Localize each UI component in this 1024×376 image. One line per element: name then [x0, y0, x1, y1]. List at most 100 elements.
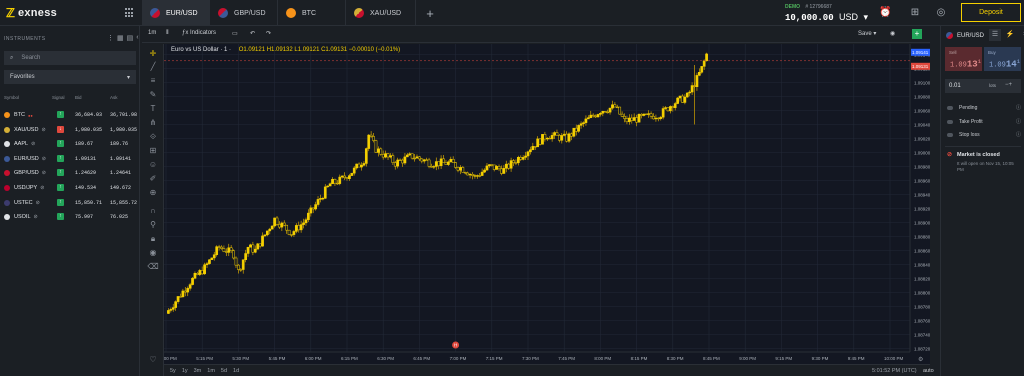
layout-icon[interactable]: ▭ [232, 30, 238, 37]
instrument-row[interactable]: AAPL ⊘ ↑ 189.67 189.76 [0, 137, 140, 151]
signal-badge[interactable]: ↑ [57, 184, 64, 191]
volume-input[interactable]: 0.01 lots −+ [945, 79, 1021, 93]
brand-logo[interactable]: ℤ exness [6, 6, 74, 20]
undo-icon[interactable]: ↶ [250, 30, 255, 37]
stop-loss-toggle[interactable]: Stop loss ⓘ [947, 131, 1021, 139]
signal-badge[interactable]: ↑ [57, 140, 64, 148]
apps-grid-icon[interactable] [125, 8, 135, 18]
signal-badge[interactable]: ↓ [57, 125, 64, 133]
candle-type-icon[interactable]: ⫴ [166, 30, 169, 37]
candle-body [579, 123, 583, 126]
pattern-icon[interactable]: ⋔ [147, 117, 159, 129]
close-icon[interactable]: × [1019, 29, 1024, 41]
info-icon[interactable]: ⓘ [1016, 131, 1021, 138]
horizontal-lines-icon[interactable]: ≡ [147, 75, 159, 87]
one-click-icon[interactable]: ⚡ [1004, 29, 1016, 41]
range-5y[interactable]: 5y [170, 368, 176, 374]
candle-body [695, 75, 699, 88]
crosshair-icon[interactable]: ✛ [147, 48, 159, 60]
alarm-clock-icon[interactable]: ⏰ [879, 7, 891, 19]
account-info[interactable]: DEMO # 12796687 10,000.00 USD ▾ [785, 4, 868, 23]
favorites-select[interactable]: Favorites ▾ [4, 70, 136, 84]
sell-button[interactable]: Sell 1.09131 [945, 47, 982, 71]
favorites-icon[interactable]: ♡ [147, 354, 159, 366]
stepper-icon[interactable]: −+ [1005, 82, 1012, 88]
candle-body [509, 160, 513, 169]
bid-price: 189.67 [75, 141, 94, 148]
instrument-row[interactable]: USD/JPY ⊘ ↑ 149.534 149.672 [0, 181, 140, 195]
candle-body [451, 158, 455, 163]
camera-icon[interactable]: ◉ [890, 30, 895, 37]
signal-badge[interactable]: ↑ [57, 111, 64, 118]
trash-icon[interactable]: ⌫ [147, 261, 159, 273]
candle-body [217, 246, 221, 248]
visibility-icon[interactable]: ◉ [147, 247, 159, 259]
trend-line-icon[interactable]: ╱ [147, 61, 159, 73]
range-1y[interactable]: 1y [182, 368, 188, 374]
instrument-row[interactable]: USTEC ⊘ ↑ 15,850.71 15,855.72 [0, 196, 140, 210]
shapes-icon[interactable]: ⟐ [147, 131, 159, 143]
redo-icon[interactable]: ↷ [266, 30, 271, 37]
lock-icon[interactable]: 🔒︎ [147, 233, 159, 245]
instrument-row[interactable]: GBP/USD ⊘ ↑ 1.24629 1.24641 [0, 166, 140, 180]
signal-badge[interactable]: ↑ [57, 169, 64, 177]
range-5d[interactable]: 5d [221, 368, 227, 374]
signal-badge[interactable]: ↑ [57, 213, 64, 221]
candle-body [656, 117, 660, 120]
tab-gbpusd[interactable]: GBP/USD [210, 0, 278, 26]
session-marker-label: H [454, 343, 457, 348]
utc-clock[interactable]: 5:01:52 PM (UTC) [872, 368, 917, 374]
apps-icon[interactable]: ⊞ [909, 7, 921, 19]
measure-icon[interactable]: ✐ [147, 173, 159, 185]
candle-body [326, 185, 330, 188]
info-icon[interactable]: ⓘ [1016, 118, 1021, 125]
info-icon[interactable]: ⓘ [1016, 104, 1021, 111]
ask-price: 15,855.72 [110, 199, 138, 206]
volume-unit[interactable]: lots [989, 83, 996, 88]
signal-badge[interactable]: ↑ [57, 154, 64, 162]
tab-eurusd[interactable]: EUR/USD [142, 0, 210, 26]
range-1d[interactable]: 1d [233, 368, 239, 374]
new-order-button[interactable]: + [912, 29, 922, 39]
search-input[interactable]: ⌕ Search [4, 51, 136, 65]
indicators-button[interactable]: ƒx Indicators [182, 30, 216, 36]
pen-icon[interactable]: ✎ [147, 89, 159, 101]
regular-form-icon[interactable]: ☰ [989, 29, 1001, 41]
prediction-icon[interactable]: ⊞ [147, 145, 159, 157]
take-profit-toggle[interactable]: Take Profit ⓘ [947, 118, 1021, 126]
x-tick-label: 8:45 PM [703, 356, 720, 361]
lock-drawing-icon[interactable]: ⚲ [147, 219, 159, 231]
minimize-icon[interactable]: ‹ [136, 34, 138, 42]
auto-scale-toggle[interactable]: auto [923, 368, 934, 374]
price-chart[interactable]: 1.091401.091201.091001.090801.090601.090… [160, 44, 931, 364]
symbol-label: USOIL [14, 214, 31, 221]
text-icon[interactable]: T [147, 103, 159, 115]
tab-xauusd[interactable]: XAU/USD [346, 0, 416, 26]
more-vertical-icon[interactable]: ⋮ [107, 34, 114, 42]
emoji-icon[interactable]: ☺ [147, 159, 159, 171]
add-tab-button[interactable]: + [416, 0, 444, 26]
buy-button[interactable]: Buy 1.09141 [984, 47, 1021, 71]
candle-body [422, 159, 426, 162]
candle-body [574, 127, 578, 132]
deposit-button[interactable]: Deposit [961, 3, 1021, 22]
instrument-icon [4, 155, 10, 162]
tab-btc[interactable]: BTC [278, 0, 346, 26]
instrument-row[interactable]: BTC ●● ↑ 36,684.03 36,701.98 [0, 108, 140, 122]
signal-badge[interactable]: ↑ [57, 198, 64, 206]
timeframe-select[interactable]: 1m [148, 30, 156, 36]
chart-canvas[interactable]: 1.091401.091201.091001.090801.090601.090… [160, 44, 931, 364]
instrument-row[interactable]: EUR/USD ⊘ ↑ 1.09131 1.09141 [0, 152, 140, 166]
list-view-icon[interactable]: ▤ [127, 34, 134, 42]
range-1m[interactable]: 1m [207, 368, 215, 374]
range-3m[interactable]: 3m [194, 368, 202, 374]
magnet-icon[interactable]: ∩ [147, 205, 159, 217]
pending-toggle[interactable]: Pending ⓘ [947, 104, 1021, 112]
save-button[interactable]: Save ▾ [858, 30, 876, 37]
instrument-row[interactable]: USOIL ⊘ ↑ 75.997 76.025 [0, 210, 140, 224]
candle-body [555, 132, 559, 136]
user-avatar-icon[interactable]: ◎ [935, 7, 947, 19]
zoom-icon[interactable]: ⊕ [147, 187, 159, 199]
grid-view-icon[interactable]: ▦ [117, 34, 124, 42]
instrument-row[interactable]: XAU/USD ⊘ ↓ 1,980.035 1,980.035 [0, 123, 140, 137]
